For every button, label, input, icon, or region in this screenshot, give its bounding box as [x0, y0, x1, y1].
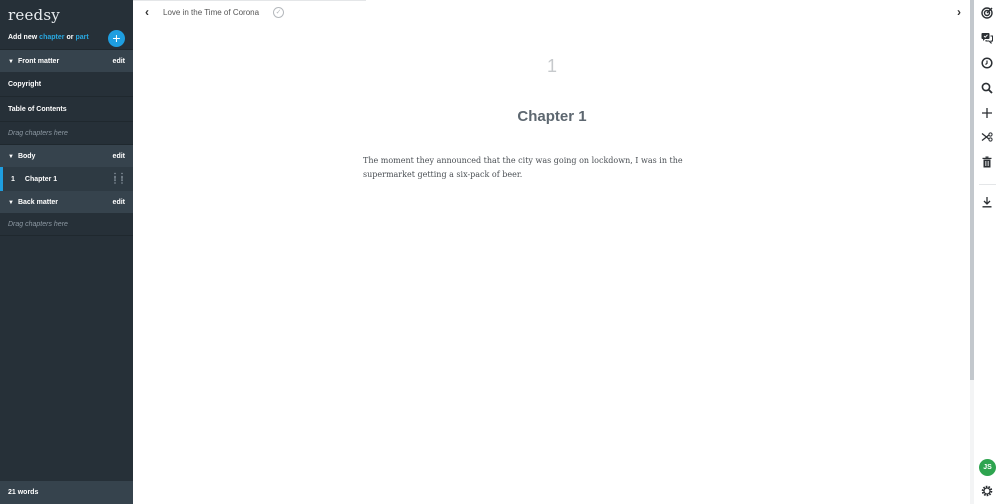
comments-button[interactable]: [978, 29, 996, 47]
edit-body-button[interactable]: edit: [113, 153, 125, 160]
add-part-link[interactable]: part: [75, 34, 88, 41]
search-icon: [981, 82, 993, 94]
section-front-matter[interactable]: ▼ Front matter edit: [0, 50, 133, 72]
sidebar-item-chapter-1[interactable]: 1 Chapter 1 ⋮⋮ ⋮⋮: [0, 167, 133, 191]
plus-icon: [982, 108, 992, 118]
caret-down-icon: ▼: [8, 199, 14, 206]
plus-icon: +: [112, 30, 121, 46]
scrollbar[interactable]: [970, 0, 974, 504]
saved-check-icon: ✓: [273, 7, 284, 18]
chapter-title-heading[interactable]: Chapter 1: [133, 108, 971, 125]
delete-button[interactable]: [978, 153, 996, 171]
add-button[interactable]: +: [108, 30, 125, 47]
settings-button[interactable]: [978, 482, 996, 500]
sidebar: reedsy Add new chapter or part + ▼ Front …: [0, 0, 133, 504]
sidebar-item-table-of-contents[interactable]: Table of Contents: [0, 97, 133, 122]
history-button[interactable]: [978, 54, 996, 72]
gear-icon: [981, 485, 993, 497]
chapter-body-text[interactable]: The moment they announced that the city …: [363, 154, 703, 182]
section-title: Back matter: [17, 198, 59, 206]
edit-back-matter-button[interactable]: edit: [113, 199, 125, 206]
edit-front-matter-button[interactable]: edit: [113, 58, 125, 65]
section-title: Front matter: [17, 57, 60, 65]
trash-icon: [982, 156, 992, 168]
expand-toolbar-icon[interactable]: ›: [957, 5, 961, 19]
add-button[interactable]: [978, 104, 996, 122]
back-icon[interactable]: ‹: [145, 5, 149, 19]
clock-icon: [981, 57, 993, 69]
export-button[interactable]: [978, 193, 996, 211]
scrollbar-thumb[interactable]: [970, 0, 974, 380]
search-button[interactable]: [978, 79, 996, 97]
toolbar-divider: [979, 184, 996, 185]
word-count: 21 words: [0, 481, 133, 504]
sidebar-item-copyright[interactable]: Copyright: [0, 72, 133, 97]
split-chapter-button[interactable]: [978, 128, 996, 146]
drop-zone-front-matter[interactable]: Drag chapters here: [0, 122, 133, 145]
goals-button[interactable]: [978, 4, 996, 22]
chapter-title: Chapter 1: [24, 175, 58, 183]
chapter-number-heading: 1: [546, 56, 557, 76]
comments-icon: [981, 33, 993, 44]
or-label: or: [66, 34, 74, 41]
add-new-row: Add new chapter or part +: [0, 26, 133, 50]
target-icon: [981, 7, 993, 19]
drag-handle-icon[interactable]: ⋮⋮ ⋮⋮: [111, 173, 126, 185]
right-toolbar: JS: [975, 0, 1000, 504]
section-body[interactable]: ▼ Body edit: [0, 145, 133, 167]
section-title: Body: [17, 152, 36, 160]
editor-area[interactable]: 1 Chapter 1 The moment they announced th…: [133, 26, 971, 504]
add-chapter-link[interactable]: chapter: [39, 34, 64, 41]
user-avatar[interactable]: JS: [979, 459, 996, 476]
download-icon: [982, 197, 992, 208]
chapter-number: 1: [11, 175, 15, 183]
caret-down-icon: ▼: [8, 153, 14, 160]
add-new-label: Add new: [8, 34, 38, 41]
header: ‹ Love in the Time of Corona ✓ ›: [133, 0, 973, 26]
scissors-icon: [981, 132, 993, 142]
reedsy-editor: reedsy Add new chapter or part + ▼ Front …: [0, 0, 1000, 504]
book-title: Love in the Time of Corona: [163, 8, 260, 17]
logo[interactable]: reedsy: [0, 0, 133, 26]
caret-down-icon: ▼: [8, 58, 14, 65]
drop-zone-back-matter[interactable]: Drag chapters here: [0, 213, 133, 236]
section-back-matter[interactable]: ▼ Back matter edit: [0, 191, 133, 213]
